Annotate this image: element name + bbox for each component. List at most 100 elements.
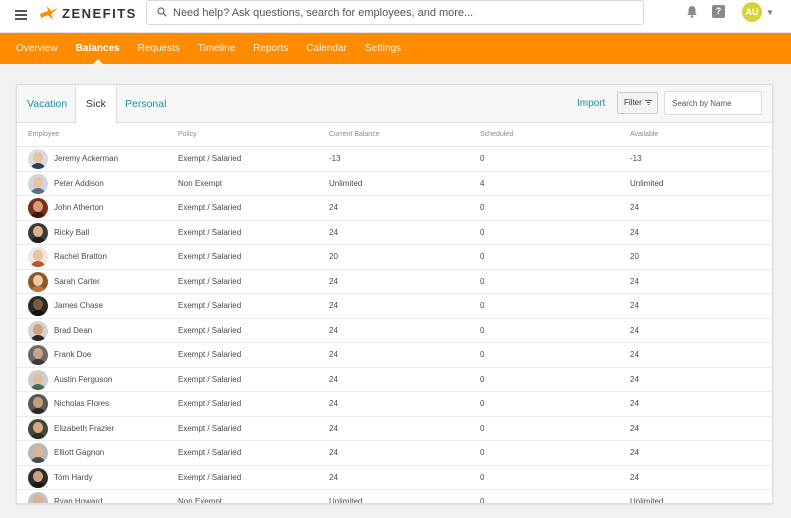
- import-link[interactable]: Import: [577, 85, 605, 123]
- current-balance-cell: 24: [329, 227, 338, 237]
- table-row[interactable]: Elizabeth Frazier Exempt / Salaried 24 0 24: [17, 417, 772, 441]
- scheduled-cell: 0: [480, 252, 485, 261]
- current-balance-cell: Unlimited: [329, 178, 363, 188]
- avatar: [28, 418, 48, 439]
- employee-name[interactable]: Jeremy Ackerman: [54, 147, 118, 171]
- current-balance-cell: 24: [329, 301, 338, 310]
- tab-vacation[interactable]: Vacation: [17, 85, 77, 123]
- employee-name[interactable]: Nicholas Flores: [54, 392, 109, 416]
- table-row[interactable]: Ricky Ball Exempt / Salaried 24 0 24: [17, 221, 772, 245]
- table-row[interactable]: John Atherton Exempt / Salaried 24 0 24: [17, 196, 772, 221]
- employee-name[interactable]: Ricky Ball: [54, 221, 89, 245]
- avatar-body: [30, 163, 46, 169]
- available-cell: 24: [630, 325, 639, 335]
- current-balance-cell: Unlimited: [329, 497, 363, 504]
- available-cell: 24: [630, 423, 639, 433]
- hamburger-menu-icon[interactable]: [15, 10, 27, 20]
- employee-name[interactable]: John Atherton: [54, 196, 103, 220]
- tab-sick[interactable]: Sick: [75, 85, 117, 124]
- table-row[interactable]: James Chase Exempt / Salaried 24 0 24: [17, 294, 772, 319]
- employee-name[interactable]: Austin Ferguson: [54, 368, 112, 392]
- available-cell: -13: [630, 154, 642, 163]
- employee-name[interactable]: Elizabeth Frazier: [54, 417, 114, 441]
- table-row[interactable]: Frank Doe Exempt / Salaried 24 0 24: [17, 343, 772, 368]
- filter-icon: [645, 100, 652, 105]
- table-row[interactable]: Tom Hardy Exempt / Salaried 24 0 24: [17, 466, 772, 490]
- employee-name[interactable]: Peter Addison: [54, 172, 104, 196]
- filter-button[interactable]: Filter: [617, 92, 658, 114]
- table-row[interactable]: Austin Ferguson Exempt / Salaried 24 0 24: [17, 368, 772, 392]
- avatar: [28, 443, 48, 463]
- avatar-body: [30, 359, 46, 365]
- scheduled-cell: 0: [480, 227, 485, 237]
- policy-cell: Exempt / Salaried: [178, 350, 242, 359]
- table-row[interactable]: Sarah Carter Exempt / Salaried 24 0 24: [17, 270, 772, 294]
- column-header-employee[interactable]: Employee: [28, 123, 59, 147]
- avatar-head: [33, 397, 43, 408]
- available-cell: Unlimited: [630, 178, 664, 188]
- employee-name[interactable]: Elliott Gagnon: [54, 441, 104, 465]
- avatar-body: [30, 432, 46, 439]
- avatar-head: [33, 446, 43, 457]
- app-nav: Overview Balances Requests Timeline Reports C…: [0, 33, 791, 64]
- filter-label: Filter: [624, 98, 642, 107]
- available-cell: 20: [630, 252, 639, 261]
- avatar-body: [30, 236, 46, 243]
- column-header-available[interactable]: Available: [630, 123, 658, 147]
- avatar-body: [30, 457, 46, 463]
- avatar-head: [33, 225, 43, 237]
- search-by-name-input[interactable]: [664, 91, 762, 115]
- nav-item-reports[interactable]: Reports: [253, 33, 288, 64]
- table-row[interactable]: Peter Addison Non Exempt Unlimited 4 Unlimit…: [17, 172, 772, 196]
- employee-name[interactable]: Frank Doe: [54, 343, 91, 367]
- policy-cell: Exempt / Salaried: [178, 301, 242, 310]
- nav-item-overview[interactable]: Overview: [16, 33, 58, 64]
- scheduled-cell: 0: [480, 472, 485, 482]
- global-search-input[interactable]: [173, 3, 633, 23]
- scheduled-cell: 0: [480, 325, 485, 335]
- column-header-scheduled[interactable]: Scheduled: [480, 123, 513, 147]
- nav-item-balances[interactable]: Balances: [76, 33, 120, 64]
- user-avatar[interactable]: AU: [742, 2, 762, 22]
- avatar-head: [33, 323, 43, 335]
- nav-item-requests[interactable]: Requests: [138, 33, 180, 64]
- table-row[interactable]: Nicholas Flores Exempt / Salaried 24 0 24: [17, 392, 772, 417]
- table-row[interactable]: Ryan Howard Non Exempt Unlimited 0 Unlimited: [17, 490, 772, 504]
- global-search[interactable]: [146, 0, 644, 25]
- column-header-current-balance[interactable]: Current Balance: [329, 123, 380, 147]
- avatar: [28, 222, 48, 243]
- policy-cell: Exempt / Salaried: [178, 276, 242, 286]
- current-balance-cell: 24: [329, 423, 338, 433]
- table-row[interactable]: Rachel Bratton Exempt / Salaried 20 0 20: [17, 245, 772, 270]
- employee-name[interactable]: Tom Hardy: [54, 466, 93, 490]
- avatar-head: [33, 348, 43, 359]
- avatar: [28, 198, 48, 218]
- avatar: [28, 247, 48, 267]
- table-row[interactable]: Elliott Gagnon Exempt / Salaried 24 0 24: [17, 441, 772, 466]
- nav-item-calendar[interactable]: Calendar: [306, 33, 347, 64]
- employee-name[interactable]: James Chase: [54, 294, 103, 318]
- column-header-policy[interactable]: Policy: [178, 123, 197, 147]
- nav-item-timeline[interactable]: Timeline: [198, 33, 235, 64]
- tab-personal[interactable]: Personal: [115, 85, 176, 123]
- current-balance-cell: -13: [329, 154, 341, 163]
- employee-name[interactable]: Ryan Howard: [54, 490, 102, 503]
- current-balance-cell: 24: [329, 276, 338, 286]
- avatar-head: [33, 250, 43, 261]
- avatar: [28, 345, 48, 365]
- zenefits-logo[interactable]: ZENEFITS: [39, 4, 137, 22]
- employee-name[interactable]: Brad Dean: [54, 319, 92, 343]
- notifications-bell-icon[interactable]: [686, 5, 698, 18]
- policy-cell: Exempt / Salaried: [178, 399, 242, 408]
- nav-item-settings[interactable]: Settings: [365, 33, 401, 64]
- avatar: [28, 492, 48, 503]
- chevron-down-icon[interactable]: ▼: [766, 8, 774, 17]
- avatar: [28, 467, 48, 488]
- table-row[interactable]: Jeremy Ackerman Exempt / Salaried -13 0 -13: [17, 147, 772, 172]
- table-row[interactable]: Brad Dean Exempt / Salaried 24 0 24: [17, 319, 772, 343]
- employee-name[interactable]: Rachel Bratton: [54, 245, 107, 269]
- employee-name[interactable]: Sarah Carter: [54, 270, 100, 294]
- available-cell: 24: [630, 276, 639, 286]
- avatar: [28, 394, 48, 414]
- help-icon[interactable]: ?: [712, 5, 725, 18]
